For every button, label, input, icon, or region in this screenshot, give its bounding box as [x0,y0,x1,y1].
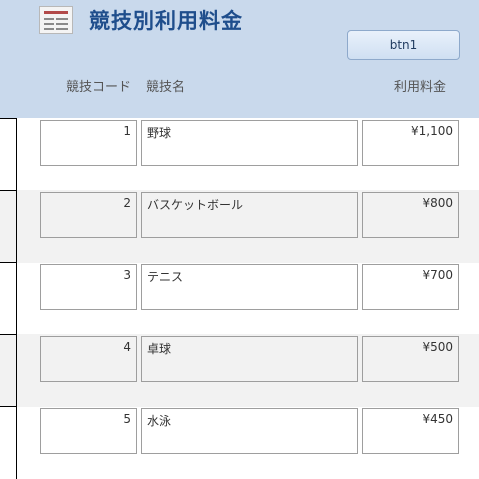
table-row: 3 テニス ¥700 [0,262,479,335]
record-separator [0,334,16,335]
sport-code-field[interactable]: 3 [40,264,137,310]
page-title: 競技別利用料金 [89,9,243,33]
form-icon [39,6,73,34]
table-row: 4 卓球 ¥500 [0,334,479,407]
fee-field[interactable]: ¥700 [362,264,459,310]
column-header-code: 競技コード [66,80,132,95]
record-separator [0,190,16,191]
record-selector-border [16,118,17,191]
table-row: 5 水泳 ¥450 [0,406,479,479]
record-separator [0,118,16,119]
sport-name-field[interactable]: 野球 [141,120,358,166]
record-selector-border [16,406,17,479]
column-header-fee: 利用料金 [394,80,447,95]
fee-field[interactable]: ¥450 [362,408,459,454]
sport-name-field[interactable]: 水泳 [141,408,358,454]
fee-field[interactable]: ¥500 [362,336,459,382]
sport-code-field[interactable]: 4 [40,336,137,382]
fee-field[interactable]: ¥800 [362,192,459,238]
record-selector-border [16,190,17,263]
sport-name-field[interactable]: 卓球 [141,336,358,382]
record-selector-border [16,262,17,335]
record-separator [0,262,16,263]
table-row: 1 野球 ¥1,100 [0,118,479,191]
sport-name-field[interactable]: テニス [141,264,358,310]
sport-code-field[interactable]: 5 [40,408,137,454]
sport-code-field[interactable]: 2 [40,192,137,238]
record-selector-border [16,334,17,407]
sport-code-field[interactable]: 1 [40,120,137,166]
column-header-name: 競技名 [146,80,186,95]
record-separator [0,406,16,407]
btn1-button[interactable]: btn1 [347,30,460,60]
fee-field[interactable]: ¥1,100 [362,120,459,166]
form-header: 競技別利用料金 btn1 競技コード 競技名 利用料金 [0,0,479,118]
table-row: 2 バスケットボール ¥800 [0,190,479,263]
sport-name-field[interactable]: バスケットボール [141,192,358,238]
